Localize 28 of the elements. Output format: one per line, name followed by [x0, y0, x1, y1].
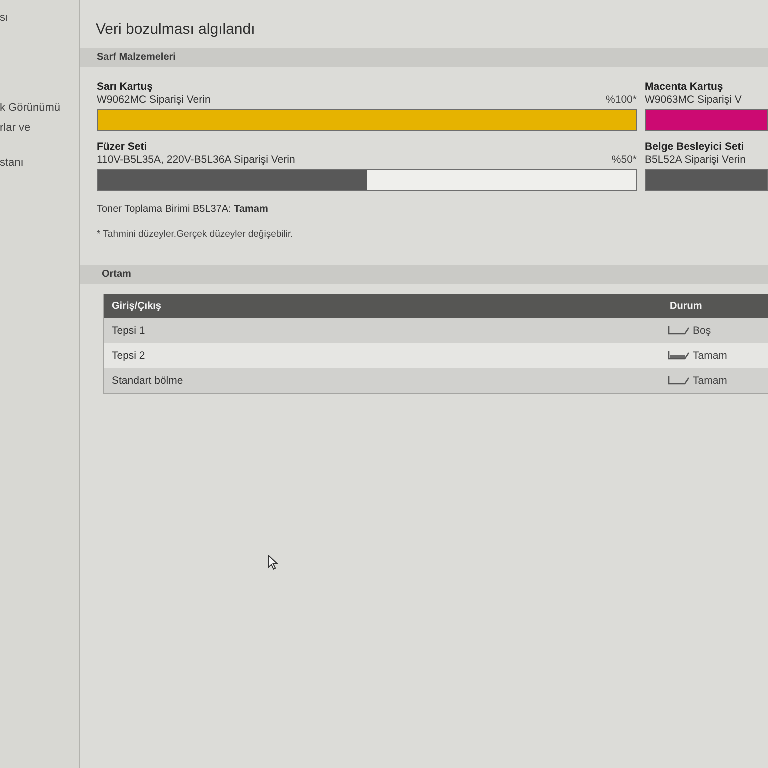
column-header: Durum [669, 300, 704, 312]
order-link[interactable]: 110V-B5L35A, 220V-B5L36A Siparişi Verin [97, 154, 296, 167]
column-header: Giriş/Çıkış [111, 300, 162, 312]
table-cell-text: Tepsi 2 [111, 350, 146, 362]
sidebar-item[interactable]: sı [0, 11, 9, 25]
status-text: Tamam [693, 374, 728, 386]
section-header: Ortam [80, 265, 768, 284]
status-text: Tamam [693, 350, 728, 362]
percent-label: %100* [606, 94, 637, 107]
supply-name: Belge Besleyici Seti [645, 141, 746, 154]
estimate-note: * Tahmini düzeyler.Gerçek düzeyler değişebilir. [97, 228, 294, 241]
table-cell-text: Standart bölme [111, 374, 184, 386]
order-link[interactable]: W9063MC Siparişi V [645, 94, 742, 107]
order-link[interactable]: B5L52A Siparişi Verin [645, 154, 746, 167]
order-link[interactable]: W9062MC Siparişi Verin [97, 94, 211, 107]
collection-unit-status: Toner Toplama Birimi B5L37A: Tamam [97, 203, 270, 216]
section-header: Sarf Malzemeleri [80, 48, 768, 67]
sidebar-item[interactable]: rlar ve [0, 121, 31, 135]
supply-name: Sarı Kartuş [97, 81, 154, 94]
status-text: Boş [693, 324, 712, 336]
sidebar-item[interactable]: stanı [0, 156, 24, 170]
page-title: Veri bozulması algılandı [96, 20, 256, 40]
percent-label: %50* [612, 154, 637, 167]
supply-name: Macenta Kartuş [645, 81, 724, 94]
supply-name: Füzer Seti [97, 141, 148, 154]
sidebar-item[interactable]: k Görünümü [0, 101, 61, 115]
mouse-pointer-icon [268, 555, 279, 570]
table-cell-text: Tepsi 1 [111, 324, 146, 336]
